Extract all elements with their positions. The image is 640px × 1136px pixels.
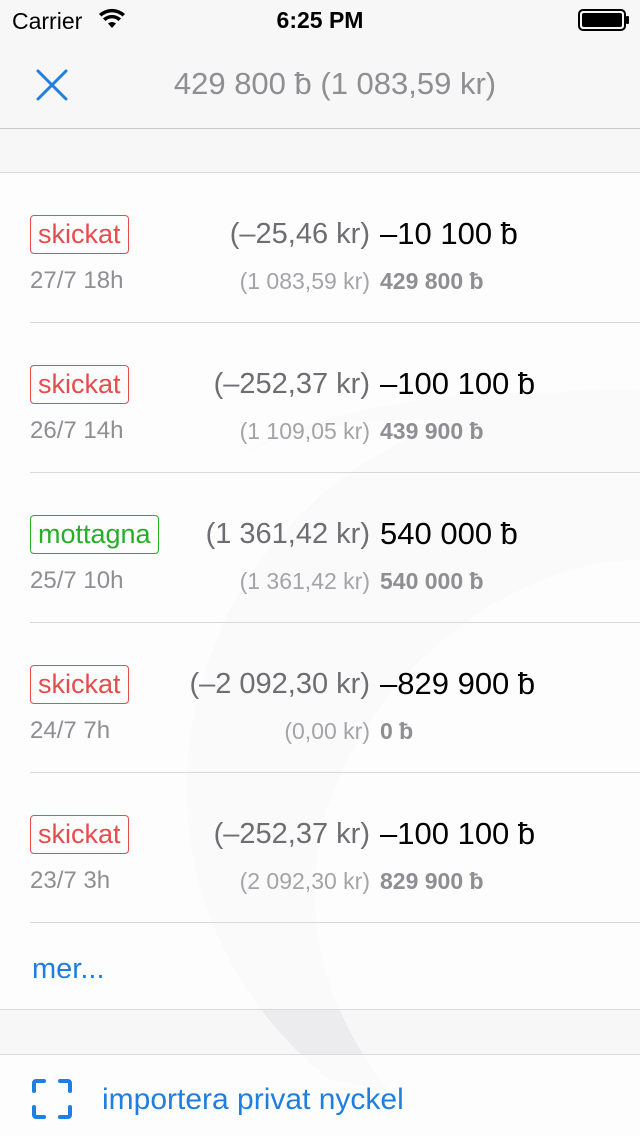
transaction-date: 24/7 7h: [30, 717, 111, 744]
navigation-bar: 429 800 ƀ (1 083,59 kr): [0, 40, 640, 129]
transaction-list: skickat 27/7 18h (–25,46 kr) –10 100 ƀ (…: [0, 172, 640, 1010]
fiat-change: (–252,37 kr): [213, 368, 370, 400]
fiat-balance: (2 092,30 kr): [239, 868, 370, 894]
more-link[interactable]: mer...: [32, 953, 105, 986]
transaction-row[interactable]: skickat 27/7 18h (–25,46 kr) –10 100 ƀ (…: [0, 173, 640, 323]
running-balance: 0 ƀ: [380, 718, 414, 744]
fiat-change: (1 361,42 kr): [205, 518, 370, 550]
import-label: importera privat nyckel: [102, 1083, 404, 1116]
transaction-amount: 540 000 ƀ: [380, 516, 518, 551]
transaction-amount: –829 900 ƀ: [380, 666, 536, 701]
fiat-change: (–25,46 kr): [229, 218, 370, 250]
status-bar: Carrier 6:25 PM: [0, 0, 640, 40]
status-badge: mottagna: [30, 515, 159, 554]
transaction-date: 25/7 10h: [30, 567, 124, 594]
fiat-change: (–2 092,30 kr): [189, 668, 370, 700]
fiat-balance: (1 109,05 kr): [239, 418, 370, 444]
battery-icon: [578, 9, 629, 31]
transaction-date: 26/7 14h: [30, 417, 124, 444]
transaction-amount: –10 100 ƀ: [380, 216, 518, 251]
status-time: 6:25 PM: [276, 7, 364, 33]
fiat-balance: (1 361,42 kr): [239, 568, 370, 594]
row-divider: [30, 922, 640, 923]
scan-icon: [32, 1079, 72, 1119]
transaction-date: 23/7 3h: [30, 867, 111, 894]
transaction-date: 27/7 18h: [30, 267, 124, 294]
status-badge: skickat: [30, 215, 129, 254]
transaction-row[interactable]: skickat 23/7 3h (–252,37 kr) –100 100 ƀ …: [0, 773, 640, 923]
balance-title: 429 800 ƀ (1 083,59 kr): [173, 66, 497, 101]
running-balance: 439 900 ƀ: [380, 418, 484, 444]
running-balance: 540 000 ƀ: [380, 568, 484, 594]
fiat-balance: (1 083,59 kr): [239, 268, 370, 294]
fiat-balance: (0,00 kr): [284, 718, 370, 744]
status-badge: skickat: [30, 815, 129, 854]
transaction-row[interactable]: mottagna 25/7 10h (1 361,42 kr) 540 000 …: [0, 473, 640, 623]
transaction-amount: –100 100 ƀ: [380, 366, 536, 401]
close-icon: [36, 69, 68, 101]
transaction-row[interactable]: skickat 26/7 14h (–252,37 kr) –100 100 ƀ…: [0, 323, 640, 473]
running-balance: 429 800 ƀ: [380, 268, 484, 294]
status-badge: skickat: [30, 365, 129, 404]
running-balance: 829 900 ƀ: [380, 868, 484, 894]
transaction-row[interactable]: skickat 24/7 7h (–2 092,30 kr) –829 900 …: [0, 623, 640, 773]
close-button[interactable]: [26, 60, 78, 110]
fiat-change: (–252,37 kr): [213, 818, 370, 850]
import-private-key-button[interactable]: importera privat nyckel: [0, 1054, 640, 1136]
status-badge: skickat: [30, 665, 129, 704]
transaction-amount: –100 100 ƀ: [380, 816, 536, 851]
